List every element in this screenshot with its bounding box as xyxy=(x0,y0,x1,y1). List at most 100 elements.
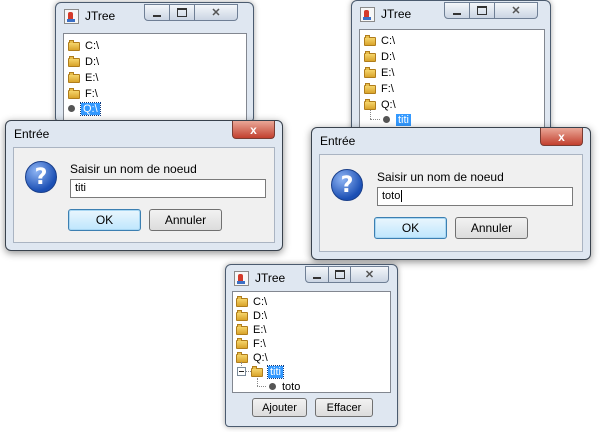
input-value: titi xyxy=(75,182,86,194)
tree-node-label: F:\ xyxy=(253,337,266,350)
tree-node-label: E:\ xyxy=(253,323,267,336)
folder-icon xyxy=(236,352,248,363)
tree-connector-line xyxy=(370,110,371,119)
node-name-input[interactable]: toto xyxy=(377,187,573,206)
tree-node[interactable]: C:\ xyxy=(68,38,99,53)
tree-node[interactable]: D:\ xyxy=(236,308,267,323)
title-bar[interactable]: JTree ✕ xyxy=(352,1,550,27)
tree-node-selected[interactable]: Q:\ xyxy=(65,101,101,116)
tree-node-label: Q:\ xyxy=(253,351,268,364)
tree-panel[interactable]: C:\ D:\ E:\ F:\ Q:\ xyxy=(63,33,247,121)
tree-node-label: D:\ xyxy=(85,55,100,68)
input-value: toto xyxy=(382,190,401,202)
window-title: JTree xyxy=(85,9,116,23)
ok-button[interactable]: OK xyxy=(68,209,141,231)
tree-node-label: D:\ xyxy=(253,309,268,322)
dialog-title: Entrée xyxy=(14,127,50,141)
leaf-node-icon xyxy=(383,116,390,123)
node-name-input[interactable]: titi xyxy=(70,179,266,198)
minimize-icon xyxy=(453,12,461,15)
jtree-window-3: JTree ✕ C:\ D:\ E:\ F:\ Q:\ titi toto Aj… xyxy=(225,264,398,427)
dialog-body: ? Saisir un nom de noeud toto OK Annuler xyxy=(319,154,583,252)
tree-node[interactable]: D:\ xyxy=(68,54,99,69)
folder-icon xyxy=(236,310,248,321)
minimize-icon xyxy=(153,14,161,17)
tree-node-label: Q:\ xyxy=(381,98,396,111)
tree-node-label: E:\ xyxy=(381,66,395,79)
jtree-window-2: JTree ✕ C:\ D:\ E:\ F:\ Q:\ titi xyxy=(351,0,551,134)
tree-node[interactable]: E:\ xyxy=(68,70,98,85)
close-button[interactable]: ✕ xyxy=(351,266,389,283)
tree-node-label: titi xyxy=(396,113,411,126)
dialog-title: Entrée xyxy=(320,134,356,148)
minimize-button[interactable] xyxy=(305,266,329,283)
folder-icon xyxy=(364,99,376,110)
folder-icon xyxy=(68,56,80,67)
folder-icon xyxy=(68,88,80,99)
folder-icon xyxy=(251,366,263,377)
title-bar[interactable]: JTree ✕ xyxy=(226,265,397,291)
delete-button[interactable]: Effacer xyxy=(315,398,373,417)
tree-node[interactable]: C:\ xyxy=(364,33,395,48)
tree-node-selected[interactable]: titi xyxy=(380,112,411,127)
tree-node-label: toto xyxy=(282,380,301,393)
input-dialog-2: Entrée x ? Saisir un nom de noeud toto O… xyxy=(311,127,591,260)
maximize-icon xyxy=(477,6,487,15)
leaf-node-icon xyxy=(68,105,75,112)
tree-node[interactable]: D:\ xyxy=(364,49,395,64)
tree-node[interactable]: F:\ xyxy=(364,81,394,96)
tree-node-label: C:\ xyxy=(253,295,268,308)
folder-icon xyxy=(236,324,248,335)
tree-node[interactable]: E:\ xyxy=(236,322,266,337)
minimize-button[interactable] xyxy=(144,4,170,21)
cancel-button[interactable]: Annuler xyxy=(149,209,222,231)
tree-node-label: C:\ xyxy=(85,39,100,52)
tree-node-label: D:\ xyxy=(381,50,396,63)
folder-icon xyxy=(364,51,376,62)
close-button[interactable]: ✕ xyxy=(195,4,238,21)
tree-panel[interactable]: C:\ D:\ E:\ F:\ Q:\ titi xyxy=(359,29,545,131)
folder-icon xyxy=(364,35,376,46)
dialog-message: Saisir un nom de noeud xyxy=(70,162,197,176)
tree-node-label: F:\ xyxy=(381,82,394,95)
question-icon: ? xyxy=(25,161,57,193)
tree-node-label: C:\ xyxy=(381,34,396,47)
folder-icon xyxy=(364,83,376,94)
maximize-icon xyxy=(177,8,187,17)
cancel-button[interactable]: Annuler xyxy=(455,217,528,239)
collapse-toggle-icon[interactable] xyxy=(237,367,246,376)
dialog-close-button[interactable]: x xyxy=(232,121,275,139)
title-bar[interactable]: JTree ✕ xyxy=(56,3,253,29)
tree-node-selected[interactable]: titi xyxy=(251,364,284,379)
folder-icon xyxy=(68,72,80,83)
maximize-button[interactable] xyxy=(170,4,195,21)
tree-node-label: F:\ xyxy=(85,87,98,100)
minimize-button[interactable] xyxy=(444,2,470,19)
maximize-button[interactable] xyxy=(470,2,495,19)
maximize-button[interactable] xyxy=(329,266,351,283)
folder-icon xyxy=(364,67,376,78)
jtree-window-1: JTree ✕ C:\ D:\ E:\ F:\ Q:\ xyxy=(55,2,254,122)
leaf-node-icon xyxy=(269,383,276,390)
tree-node[interactable]: C:\ xyxy=(236,294,267,309)
java-app-icon xyxy=(64,9,79,24)
tree-connector-line xyxy=(257,386,266,387)
window-title: JTree xyxy=(255,271,286,285)
question-icon: ? xyxy=(331,169,363,201)
add-button[interactable]: Ajouter xyxy=(252,398,307,417)
dialog-close-button[interactable]: x xyxy=(540,128,583,146)
tree-node[interactable]: E:\ xyxy=(364,65,394,80)
tree-panel[interactable]: C:\ D:\ E:\ F:\ Q:\ titi toto xyxy=(232,291,391,393)
ok-button[interactable]: OK xyxy=(374,217,447,239)
close-button[interactable]: ✕ xyxy=(495,2,538,19)
minimize-icon xyxy=(313,276,321,279)
java-app-icon xyxy=(360,7,375,22)
tree-node[interactable]: F:\ xyxy=(68,86,98,101)
tree-node[interactable]: toto xyxy=(266,379,300,394)
text-caret xyxy=(401,190,403,203)
folder-icon xyxy=(236,338,248,349)
tree-node[interactable]: F:\ xyxy=(236,336,266,351)
tree-node[interactable]: Q:\ xyxy=(364,97,396,112)
tree-node-label: Q:\ xyxy=(80,101,101,116)
tree-connector-line xyxy=(370,119,380,120)
